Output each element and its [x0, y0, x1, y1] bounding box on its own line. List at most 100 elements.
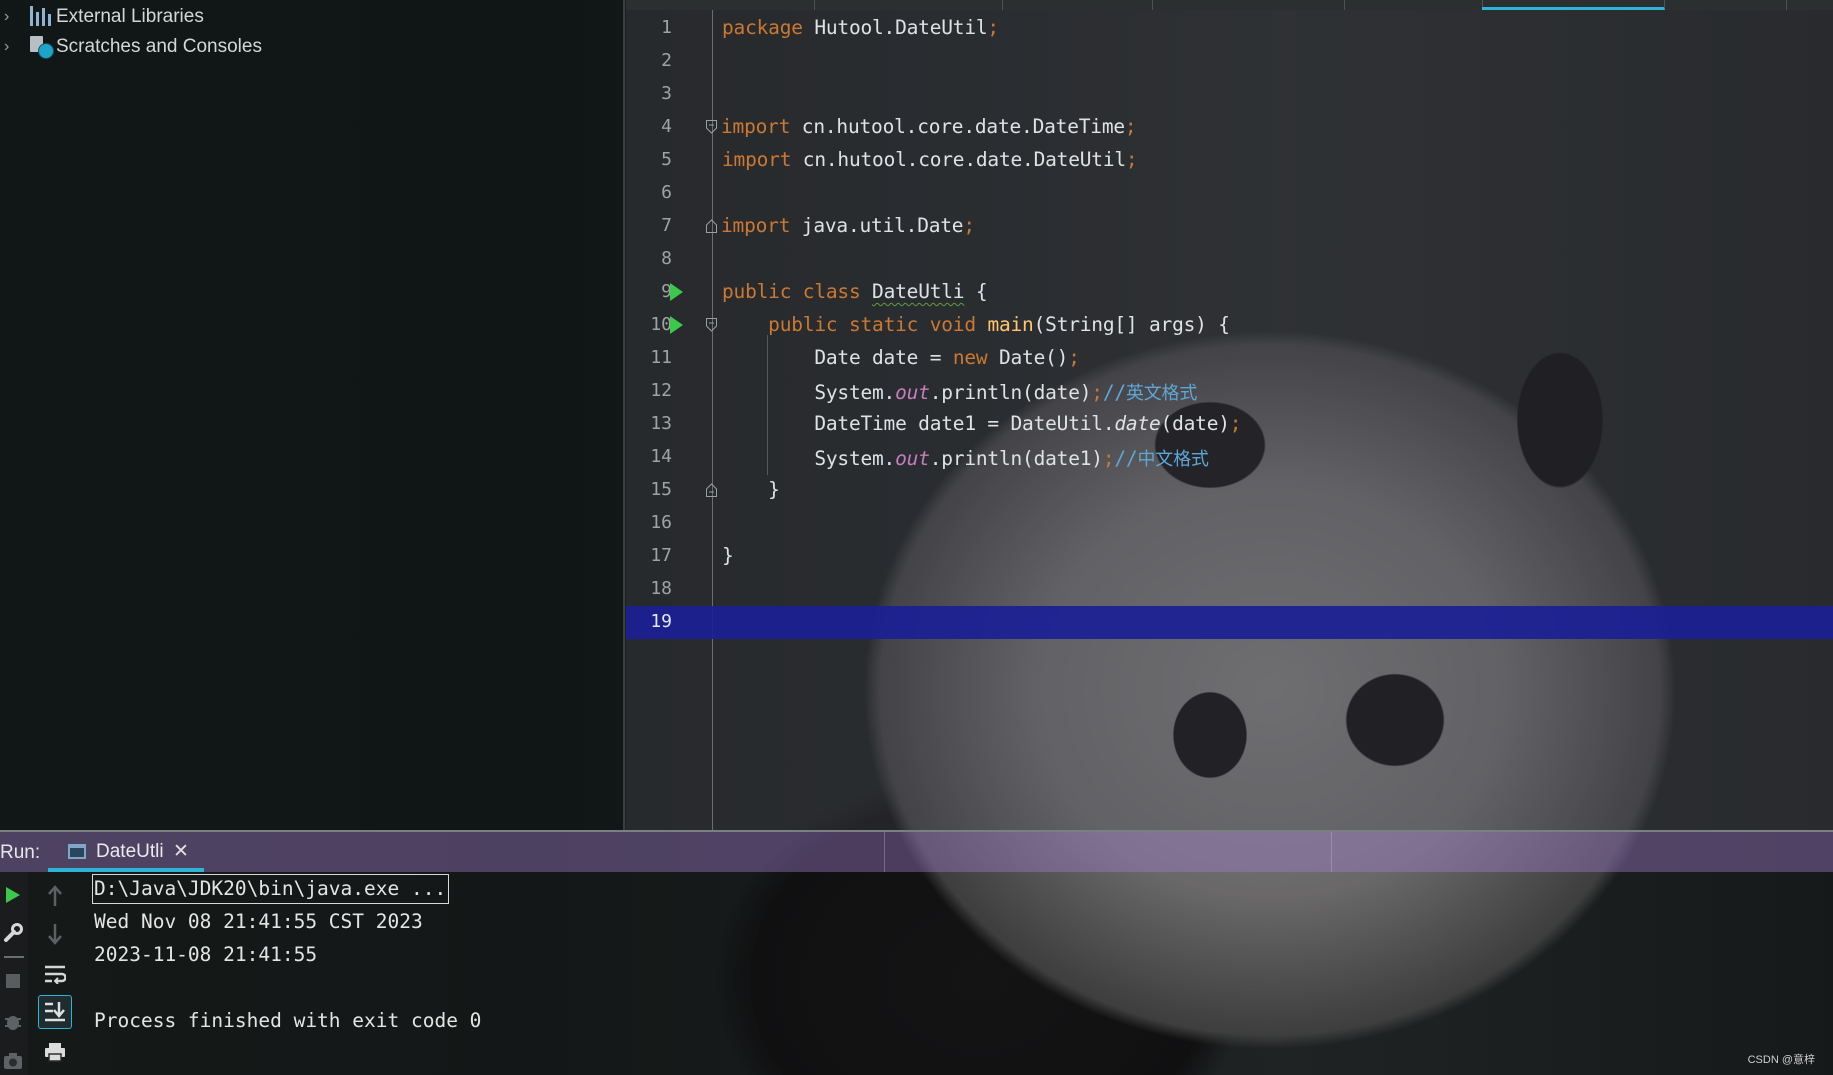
- rerun-icon[interactable]: [2, 884, 24, 906]
- tree-item-external-libraries[interactable]: › External Libraries: [0, 2, 204, 32]
- editor-tab[interactable]: [1344, 0, 1483, 10]
- code-text: }: [722, 478, 780, 501]
- console-line: 2023-11-08 21:41:55: [94, 943, 318, 966]
- line-number: 19: [650, 611, 672, 632]
- code-line[interactable]: 9 public class DateUtli {: [626, 276, 1833, 309]
- code-text: import cn.hutool.core.date.DateTime;: [721, 115, 1137, 138]
- code-line[interactable]: 10 public static void main(String[] args…: [626, 309, 1833, 342]
- code-text: import java.util.Date;: [721, 214, 975, 237]
- line-number: 7: [661, 215, 672, 236]
- arrow-up-icon[interactable]: [44, 884, 66, 908]
- project-tool-window: [0, 0, 624, 830]
- code-text: Date date = new Date();: [722, 346, 1080, 369]
- code-text: public class DateUtli {: [722, 280, 988, 303]
- console-line-exit-status: Process finished with exit code 0: [94, 1009, 482, 1032]
- console-line-command: D:\Java\JDK20\bin\java.exe ...: [92, 874, 450, 904]
- header-separator: [1331, 832, 1332, 872]
- code-text: System.out.println(date);//英文格式: [722, 381, 1198, 404]
- wrench-icon[interactable]: [2, 922, 24, 944]
- line-number: 14: [650, 446, 672, 467]
- header-separator: [884, 832, 885, 872]
- line-number: 6: [661, 182, 672, 203]
- line-number: 4: [661, 116, 672, 137]
- console-line: Wed Nov 08 21:41:55 CST 2023: [94, 910, 423, 933]
- editor-tab[interactable]: [814, 0, 1003, 10]
- code-text: package Hutool.DateUtil;: [722, 16, 999, 39]
- fold-start-icon[interactable]: [706, 318, 717, 332]
- code-line[interactable]: 1 package Hutool.DateUtil;: [626, 12, 1833, 45]
- console-command-link[interactable]: D:\Java\JDK20\bin\java.exe ...: [92, 874, 450, 904]
- current-code-line[interactable]: 19: [626, 606, 1833, 639]
- run-tab-label: DateUtli: [96, 841, 164, 862]
- toolbar-separator: [4, 956, 24, 958]
- run-main-icon[interactable]: [670, 316, 683, 334]
- editor-tab[interactable]: [1664, 0, 1787, 10]
- line-number: 11: [650, 347, 672, 368]
- line-number: 16: [650, 512, 672, 533]
- code-line[interactable]: 2: [626, 45, 1833, 78]
- line-number: 17: [650, 545, 672, 566]
- code-line[interactable]: 11 Date date = new Date();: [626, 342, 1833, 375]
- line-number: 15: [650, 479, 672, 500]
- line-number: 2: [661, 50, 672, 71]
- console-window-icon: [68, 844, 86, 859]
- code-text: import cn.hutool.core.date.DateUtil;: [722, 148, 1138, 171]
- code-line[interactable]: 17 }: [626, 540, 1833, 573]
- code-line[interactable]: 15 }: [626, 474, 1833, 507]
- indent-guide: [767, 335, 768, 475]
- code-line[interactable]: 13 DateTime date1 = DateUtil.date(date);: [626, 408, 1833, 441]
- code-line[interactable]: 4 import cn.hutool.core.date.DateTime;: [626, 111, 1833, 144]
- arrow-down-icon[interactable]: [44, 922, 66, 946]
- pane-splitter[interactable]: [623, 0, 625, 830]
- code-line[interactable]: 12 System.out.println(date);//英文格式: [626, 375, 1833, 408]
- line-number: 18: [650, 578, 672, 599]
- watermark-text: CSDN @意梓: [1747, 1054, 1815, 1066]
- editor-tab-active[interactable]: [1482, 0, 1665, 10]
- fold-end-icon[interactable]: [706, 483, 717, 497]
- close-icon[interactable]: ✕: [173, 840, 189, 863]
- chevron-right-icon[interactable]: ›: [4, 8, 16, 26]
- editor-tab[interactable]: [1002, 0, 1153, 10]
- print-icon[interactable]: [43, 1040, 67, 1064]
- line-number: 5: [661, 149, 672, 170]
- code-line[interactable]: 8: [626, 243, 1833, 276]
- line-number: 3: [661, 83, 672, 104]
- scratches-icon: [30, 36, 54, 59]
- line-number: 8: [661, 248, 672, 269]
- editor-tab-strip: [626, 0, 1833, 10]
- run-window-header: Run: DateUtli ✕: [0, 832, 1833, 872]
- debug-icon[interactable]: [2, 1010, 24, 1032]
- fold-end-icon[interactable]: [706, 219, 717, 233]
- run-class-icon[interactable]: [670, 283, 683, 301]
- line-number: 1: [661, 17, 672, 38]
- code-text: DateTime date1 = DateUtil.date(date);: [722, 412, 1242, 435]
- tree-item-label: External Libraries: [56, 6, 204, 27]
- code-line[interactable]: 18: [626, 573, 1833, 606]
- run-label: Run:: [0, 842, 41, 863]
- line-number: 12: [650, 380, 672, 401]
- line-number: 13: [650, 413, 672, 434]
- code-line[interactable]: 14 System.out.println(date1);//中文格式: [626, 441, 1833, 474]
- camera-icon[interactable]: [2, 1050, 24, 1072]
- editor-tab[interactable]: [626, 0, 815, 10]
- code-line[interactable]: 16: [626, 507, 1833, 540]
- tree-item-scratches-and-consoles[interactable]: › Scratches and Consoles: [0, 32, 262, 62]
- code-line[interactable]: 3: [626, 78, 1833, 111]
- line-number: 9: [661, 281, 672, 302]
- code-text: }: [722, 544, 734, 567]
- fold-start-icon[interactable]: [706, 120, 717, 134]
- code-line[interactable]: 6: [626, 177, 1833, 210]
- code-line[interactable]: 7 import java.util.Date;: [626, 210, 1833, 243]
- code-text: public static void main(String[] args) {: [768, 313, 1230, 336]
- code-line[interactable]: 5 import cn.hutool.core.date.DateUtil;: [626, 144, 1833, 177]
- line-number: 10: [650, 314, 672, 335]
- stop-icon[interactable]: [2, 970, 24, 992]
- chevron-right-icon[interactable]: ›: [4, 38, 16, 56]
- soft-wrap-icon[interactable]: [43, 962, 67, 986]
- editor-tab[interactable]: [1152, 0, 1345, 10]
- scroll-to-end-icon[interactable]: [38, 995, 72, 1029]
- code-text: System.out.println(date1);//中文格式: [722, 447, 1209, 470]
- library-icon: [30, 6, 52, 28]
- tree-item-label: Scratches and Consoles: [56, 36, 262, 57]
- run-tab-dateutli[interactable]: DateUtli ✕: [48, 832, 204, 872]
